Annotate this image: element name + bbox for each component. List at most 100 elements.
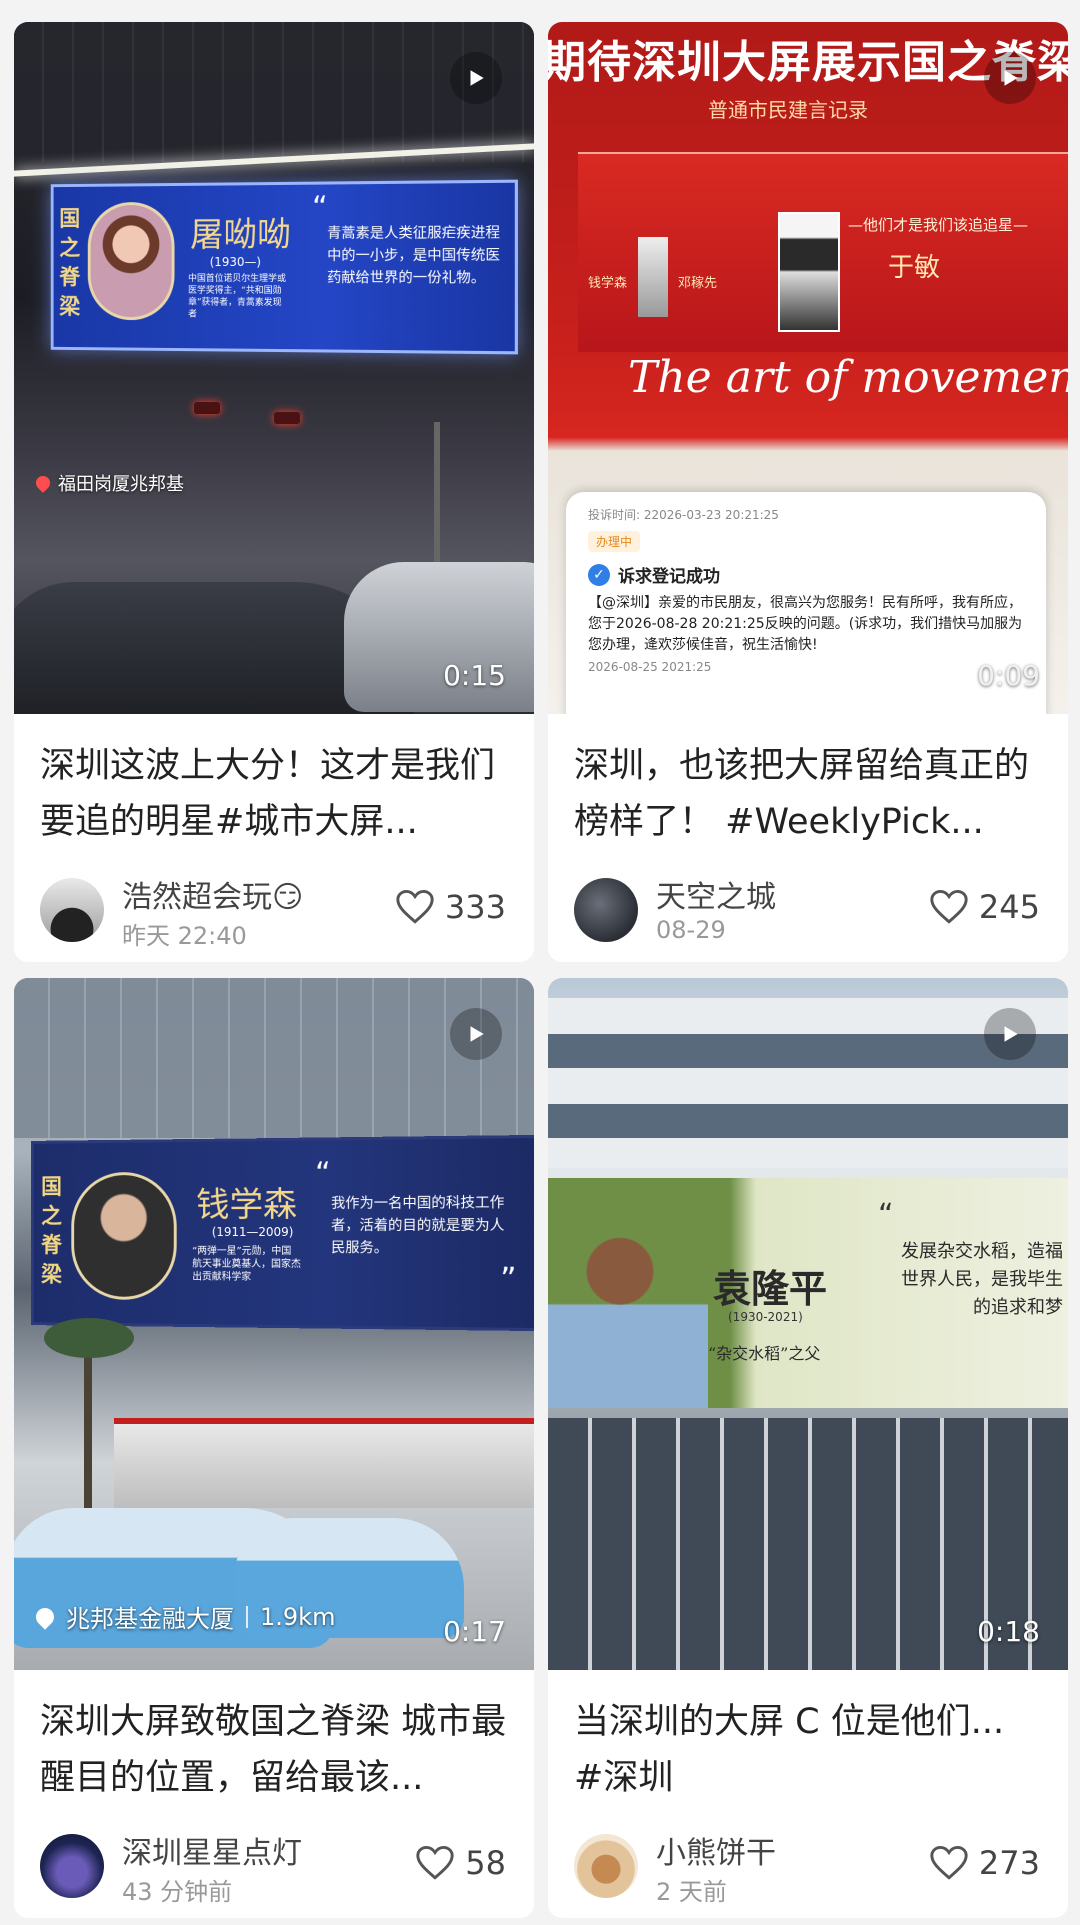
card-footer: 小熊饼干 2 天前 273 — [548, 1806, 1068, 1918]
traffic-light — [274, 412, 300, 424]
video-feed: 国之脊梁 屠呦呦 (1930—) 中国首位诺贝尔生理学或医学奖得主，“共和国勋章… — [0, 0, 1080, 1925]
heart-icon — [415, 1845, 455, 1881]
palm-tree — [84, 1338, 92, 1518]
portrait-photo — [778, 212, 840, 332]
honoree-quote: 青蒿素是人类征服疟疾进程中的一小步，是中国传统医药献给世界的一份礼物。 — [327, 222, 502, 290]
honoree-years: (1930—) — [210, 255, 261, 269]
author-name[interactable]: 天空之城 — [656, 872, 776, 916]
quote-mark: “ — [878, 1198, 894, 1233]
cover-subhead: 普通市民建言记录 — [708, 94, 868, 123]
palm-tree-top — [44, 1318, 134, 1358]
location-pin-icon — [32, 1604, 57, 1629]
play-icon — [465, 67, 487, 89]
like-count: 333 — [445, 888, 506, 926]
heart-icon — [929, 1845, 969, 1881]
like-button[interactable]: 58 — [415, 1844, 506, 1882]
wall-banner: —他们才是我们该追追星— — [848, 214, 1028, 235]
location-label: 兆邦基金融大厦 — [66, 1599, 234, 1634]
billboard-screen: 国之脊梁 钱学森 (1911—2009) “两弹一星”元勋，中国航天事业奠基人，… — [31, 1135, 534, 1331]
video-cover[interactable]: 袁隆平 (1930-2021) “杂交水稻”之父 “ 发展杂交水稻，造福世界人民… — [548, 978, 1068, 1670]
honoree-quote: 发展杂交水稻，造福世界人民，是我毕生的追求和梦 — [893, 1238, 1063, 1322]
ticket-time: 投诉时间: 22026-03-23 20:21:25 — [588, 506, 1024, 523]
portrait-avatar — [88, 202, 175, 321]
post-time: 43 分钟前 — [122, 1872, 232, 1907]
play-button[interactable] — [450, 1008, 502, 1060]
location-tag[interactable]: 兆邦基金融大厦 1.9km — [36, 1599, 335, 1634]
location-distance: 1.9km — [260, 1603, 335, 1631]
billboard-screen: 袁隆平 (1930-2021) “杂交水稻”之父 “ 发展杂交水稻，造福世界人民… — [548, 1178, 1068, 1408]
location-divider — [246, 1606, 248, 1628]
play-icon — [465, 1023, 487, 1045]
cover-overlay: The art of movement — [628, 352, 1068, 403]
card-footer: 深圳星星点灯 43 分钟前 58 — [14, 1806, 534, 1918]
play-button[interactable] — [984, 1008, 1036, 1060]
author-avatar[interactable] — [574, 1834, 638, 1898]
like-count: 245 — [979, 888, 1040, 926]
wall-name: 钱学森 — [588, 272, 627, 291]
play-button[interactable] — [984, 52, 1036, 104]
ticket-heading: ✓ 诉求登记成功 — [588, 562, 1024, 587]
ticket-footer: 2026-08-25 2021:25 — [588, 660, 1024, 674]
like-count: 273 — [979, 1844, 1040, 1882]
author-name[interactable]: 小熊饼干 — [656, 1828, 776, 1872]
traffic-light — [194, 402, 220, 414]
honoree-name: 屠呦呦 — [190, 207, 291, 256]
video-duration: 0:18 — [977, 1615, 1040, 1648]
author-avatar[interactable] — [574, 878, 638, 942]
like-count: 58 — [465, 1844, 506, 1882]
video-duration: 0:09 — [977, 659, 1040, 692]
pole — [434, 422, 440, 572]
author-name[interactable]: 浩然超会玩😏 — [122, 872, 303, 916]
card-title[interactable]: 深圳大屏致敬国之脊梁 城市最醒目的位置，留给最该... — [14, 1670, 534, 1806]
honoree-years: (1930-2021) — [728, 1310, 803, 1324]
video-duration: 0:15 — [443, 659, 506, 692]
honoree-quote: 我作为一名中国的科技工作者，活着的目的就是要为人民服务。 — [331, 1192, 506, 1260]
heart-icon — [929, 889, 969, 925]
video-card[interactable]: 国之脊梁 屠呦呦 (1930—) 中国首位诺贝尔生理学或医学奖得主，“共和国勋章… — [14, 22, 534, 962]
honoree-desc: 中国首位诺贝尔生理学或医学奖得主，“共和国勋章”获得者，青蒿素发现者 — [188, 273, 287, 321]
ticket-status: 办理中 — [588, 531, 640, 552]
honoree-name: 袁隆平 — [713, 1258, 827, 1313]
quote-mark: ” — [500, 1262, 516, 1298]
card-title[interactable]: 深圳，也该把大屏留给真正的榜样了！ #WeeklyPick... — [548, 714, 1068, 850]
wall-name: 邓稼先 — [678, 272, 717, 291]
storefront — [114, 1418, 534, 1508]
badge-vertical: 国之脊梁 — [41, 1173, 64, 1290]
video-card[interactable]: 国之脊梁 钱学森 (1911—2009) “两弹一星”元勋，中国航天事业奠基人，… — [14, 978, 534, 1918]
card-footer: 浩然超会玩😏 昨天 22:40 333 — [14, 850, 534, 962]
author-avatar[interactable] — [40, 1834, 104, 1898]
author-name[interactable]: 深圳星星点灯 — [122, 1828, 302, 1872]
wall-name: 于敏 — [888, 247, 940, 284]
card-footer: 天空之城 08-29 245 — [548, 850, 1068, 962]
author-avatar[interactable] — [40, 878, 104, 942]
check-icon: ✓ — [588, 564, 610, 586]
play-icon — [999, 1023, 1021, 1045]
video-card[interactable]: 期待深圳大屏展示国之脊梁 普通市民建言记录 —他们才是我们该追追星— 钱学森 邓… — [548, 22, 1068, 962]
play-button[interactable] — [450, 52, 502, 104]
quote-mark: “ — [312, 191, 328, 226]
location-label: 福田岗厦兆邦基 — [58, 470, 184, 496]
video-cover[interactable]: 国之脊梁 钱学森 (1911—2009) “两弹一星”元勋，中国航天事业奠基人，… — [14, 978, 534, 1670]
billboard-screen: 国之脊梁 屠呦呦 (1930—) 中国首位诺贝尔生理学或医学奖得主，“共和国勋章… — [51, 180, 518, 355]
honoree-name: 钱学森 — [196, 1177, 297, 1226]
portrait-photo — [548, 1218, 708, 1408]
play-icon — [999, 67, 1021, 89]
like-button[interactable]: 273 — [929, 1844, 1040, 1882]
post-time: 昨天 22:40 — [122, 916, 247, 951]
like-button[interactable]: 245 — [929, 888, 1040, 926]
portrait-avatar — [71, 1172, 176, 1300]
video-card[interactable]: 袁隆平 (1930-2021) “杂交水稻”之父 “ 发展杂交水稻，造福世界人民… — [548, 978, 1068, 1918]
heart-icon — [395, 889, 435, 925]
location-tag[interactable]: 福田岗厦兆邦基 — [36, 470, 184, 496]
card-title[interactable]: 深圳这波上大分！这才是我们要追的明星#城市大屏... — [14, 714, 534, 850]
badge-vertical: 国之脊梁 — [59, 204, 82, 321]
quote-mark: “ — [315, 1156, 331, 1191]
video-duration: 0:17 — [443, 1615, 506, 1648]
video-cover[interactable]: 国之脊梁 屠呦呦 (1930—) 中国首位诺贝尔生理学或医学奖得主，“共和国勋章… — [14, 22, 534, 714]
building-facade — [14, 978, 534, 1138]
video-cover[interactable]: 期待深圳大屏展示国之脊梁 普通市民建言记录 —他们才是我们该追追星— 钱学森 邓… — [548, 22, 1068, 714]
location-pin-icon — [33, 473, 53, 493]
like-button[interactable]: 333 — [395, 888, 506, 926]
card-title[interactable]: 当深圳的大屏 C 位是他们... #深圳 — [548, 1670, 1068, 1806]
post-time: 2 天前 — [656, 1872, 727, 1907]
